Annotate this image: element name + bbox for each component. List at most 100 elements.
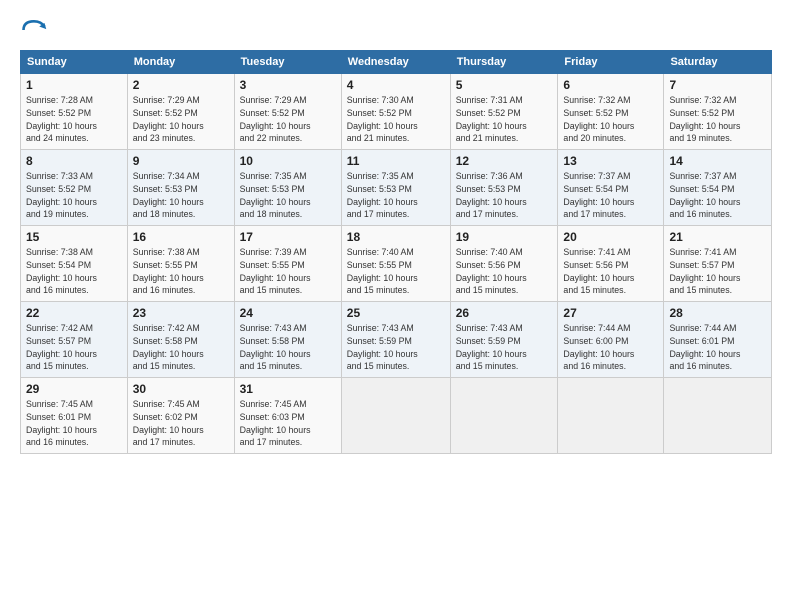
calendar-cell: 14 Sunrise: 7:37 AM Sunset: 5:54 PM Dayli… [664, 150, 772, 226]
calendar-header-sunday: Sunday [21, 51, 128, 74]
day-info: Sunrise: 7:43 AM Sunset: 5:59 PM Dayligh… [347, 322, 445, 373]
calendar-header-friday: Friday [558, 51, 664, 74]
header [20, 16, 772, 44]
calendar-week-1: 1 Sunrise: 7:28 AM Sunset: 5:52 PM Daylig… [21, 74, 772, 150]
day-number: 30 [133, 382, 229, 396]
day-info: Sunrise: 7:41 AM Sunset: 5:57 PM Dayligh… [669, 246, 766, 297]
day-number: 9 [133, 154, 229, 168]
calendar-header-wednesday: Wednesday [341, 51, 450, 74]
calendar-header-tuesday: Tuesday [234, 51, 341, 74]
day-number: 25 [347, 306, 445, 320]
day-info: Sunrise: 7:39 AM Sunset: 5:55 PM Dayligh… [240, 246, 336, 297]
day-info: Sunrise: 7:35 AM Sunset: 5:53 PM Dayligh… [347, 170, 445, 221]
day-info: Sunrise: 7:31 AM Sunset: 5:52 PM Dayligh… [456, 94, 553, 145]
day-info: Sunrise: 7:30 AM Sunset: 5:52 PM Dayligh… [347, 94, 445, 145]
day-info: Sunrise: 7:37 AM Sunset: 5:54 PM Dayligh… [563, 170, 658, 221]
calendar-cell: 13 Sunrise: 7:37 AM Sunset: 5:54 PM Dayli… [558, 150, 664, 226]
day-number: 26 [456, 306, 553, 320]
day-info: Sunrise: 7:37 AM Sunset: 5:54 PM Dayligh… [669, 170, 766, 221]
day-info: Sunrise: 7:29 AM Sunset: 5:52 PM Dayligh… [133, 94, 229, 145]
day-info: Sunrise: 7:43 AM Sunset: 5:58 PM Dayligh… [240, 322, 336, 373]
day-info: Sunrise: 7:29 AM Sunset: 5:52 PM Dayligh… [240, 94, 336, 145]
calendar-cell: 29 Sunrise: 7:45 AM Sunset: 6:01 PM Dayli… [21, 378, 128, 454]
calendar-cell: 2Sunrise: 7:29 AM Sunset: 5:52 PM Daylig… [127, 74, 234, 150]
day-number: 18 [347, 230, 445, 244]
calendar-header-saturday: Saturday [664, 51, 772, 74]
day-number: 4 [347, 78, 445, 92]
day-info: Sunrise: 7:45 AM Sunset: 6:03 PM Dayligh… [240, 398, 336, 449]
day-number: 21 [669, 230, 766, 244]
day-info: Sunrise: 7:34 AM Sunset: 5:53 PM Dayligh… [133, 170, 229, 221]
day-info: Sunrise: 7:45 AM Sunset: 6:01 PM Dayligh… [26, 398, 122, 449]
day-info: Sunrise: 7:36 AM Sunset: 5:53 PM Dayligh… [456, 170, 553, 221]
calendar-cell: 21 Sunrise: 7:41 AM Sunset: 5:57 PM Dayli… [664, 226, 772, 302]
calendar-cell: 9 Sunrise: 7:34 AM Sunset: 5:53 PM Daylig… [127, 150, 234, 226]
day-info: Sunrise: 7:41 AM Sunset: 5:56 PM Dayligh… [563, 246, 658, 297]
calendar-cell: 22Sunrise: 7:42 AM Sunset: 5:57 PM Dayli… [21, 302, 128, 378]
day-number: 24 [240, 306, 336, 320]
day-number: 3 [240, 78, 336, 92]
day-number: 17 [240, 230, 336, 244]
day-number: 6 [563, 78, 658, 92]
day-info: Sunrise: 7:38 AM Sunset: 5:55 PM Dayligh… [133, 246, 229, 297]
day-number: 23 [133, 306, 229, 320]
day-info: Sunrise: 7:32 AM Sunset: 5:52 PM Dayligh… [563, 94, 658, 145]
calendar-cell: 12 Sunrise: 7:36 AM Sunset: 5:53 PM Dayli… [450, 150, 558, 226]
day-info: Sunrise: 7:32 AM Sunset: 5:52 PM Dayligh… [669, 94, 766, 145]
calendar-cell: 1 Sunrise: 7:28 AM Sunset: 5:52 PM Daylig… [21, 74, 128, 150]
day-info: Sunrise: 7:45 AM Sunset: 6:02 PM Dayligh… [133, 398, 229, 449]
calendar-cell: 16 Sunrise: 7:38 AM Sunset: 5:55 PM Dayli… [127, 226, 234, 302]
calendar-cell: 11Sunrise: 7:35 AM Sunset: 5:53 PM Dayli… [341, 150, 450, 226]
day-info: Sunrise: 7:33 AM Sunset: 5:52 PM Dayligh… [26, 170, 122, 221]
day-number: 14 [669, 154, 766, 168]
day-info: Sunrise: 7:44 AM Sunset: 6:01 PM Dayligh… [669, 322, 766, 373]
calendar-week-3: 15Sunrise: 7:38 AM Sunset: 5:54 PM Dayli… [21, 226, 772, 302]
calendar-cell: 25 Sunrise: 7:43 AM Sunset: 5:59 PM Dayli… [341, 302, 450, 378]
day-number: 31 [240, 382, 336, 396]
day-number: 29 [26, 382, 122, 396]
day-info: Sunrise: 7:35 AM Sunset: 5:53 PM Dayligh… [240, 170, 336, 221]
calendar-header-thursday: Thursday [450, 51, 558, 74]
calendar-cell [341, 378, 450, 454]
calendar-header-row: SundayMondayTuesdayWednesdayThursdayFrid… [21, 51, 772, 74]
day-number: 8 [26, 154, 122, 168]
calendar-cell: 5 Sunrise: 7:31 AM Sunset: 5:52 PM Daylig… [450, 74, 558, 150]
calendar-week-5: 29 Sunrise: 7:45 AM Sunset: 6:01 PM Dayli… [21, 378, 772, 454]
day-number: 16 [133, 230, 229, 244]
day-number: 20 [563, 230, 658, 244]
calendar-cell: 28 Sunrise: 7:44 AM Sunset: 6:01 PM Dayli… [664, 302, 772, 378]
day-number: 28 [669, 306, 766, 320]
day-number: 22 [26, 306, 122, 320]
day-info: Sunrise: 7:43 AM Sunset: 5:59 PM Dayligh… [456, 322, 553, 373]
calendar-cell [664, 378, 772, 454]
calendar-cell: 7 Sunrise: 7:32 AM Sunset: 5:52 PM Daylig… [664, 74, 772, 150]
day-info: Sunrise: 7:28 AM Sunset: 5:52 PM Dayligh… [26, 94, 122, 145]
calendar-cell: 30 Sunrise: 7:45 AM Sunset: 6:02 PM Dayli… [127, 378, 234, 454]
calendar-cell: 27 Sunrise: 7:44 AM Sunset: 6:00 PM Dayli… [558, 302, 664, 378]
calendar-cell: 10 Sunrise: 7:35 AM Sunset: 5:53 PM Dayli… [234, 150, 341, 226]
calendar-cell: 3 Sunrise: 7:29 AM Sunset: 5:52 PM Daylig… [234, 74, 341, 150]
calendar-cell: 4 Sunrise: 7:30 AM Sunset: 5:52 PM Daylig… [341, 74, 450, 150]
calendar-cell: 17 Sunrise: 7:39 AM Sunset: 5:55 PM Dayli… [234, 226, 341, 302]
day-info: Sunrise: 7:44 AM Sunset: 6:00 PM Dayligh… [563, 322, 658, 373]
calendar-cell: 8 Sunrise: 7:33 AM Sunset: 5:52 PM Daylig… [21, 150, 128, 226]
calendar-cell: 23 Sunrise: 7:42 AM Sunset: 5:58 PM Dayli… [127, 302, 234, 378]
logo [20, 16, 52, 44]
day-number: 27 [563, 306, 658, 320]
day-number: 13 [563, 154, 658, 168]
calendar-cell [450, 378, 558, 454]
calendar-cell: 20 Sunrise: 7:41 AM Sunset: 5:56 PM Dayli… [558, 226, 664, 302]
day-number: 10 [240, 154, 336, 168]
calendar-table: SundayMondayTuesdayWednesdayThursdayFrid… [20, 50, 772, 454]
calendar-week-4: 22Sunrise: 7:42 AM Sunset: 5:57 PM Dayli… [21, 302, 772, 378]
calendar-cell: 24 Sunrise: 7:43 AM Sunset: 5:58 PM Dayli… [234, 302, 341, 378]
day-number: 19 [456, 230, 553, 244]
day-number: 7 [669, 78, 766, 92]
day-number: 12 [456, 154, 553, 168]
calendar-cell: 6 Sunrise: 7:32 AM Sunset: 5:52 PM Daylig… [558, 74, 664, 150]
day-info: Sunrise: 7:42 AM Sunset: 5:58 PM Dayligh… [133, 322, 229, 373]
calendar-header-monday: Monday [127, 51, 234, 74]
day-number: 5 [456, 78, 553, 92]
day-number: 1 [26, 78, 122, 92]
calendar-cell: 19Sunrise: 7:40 AM Sunset: 5:56 PM Dayli… [450, 226, 558, 302]
